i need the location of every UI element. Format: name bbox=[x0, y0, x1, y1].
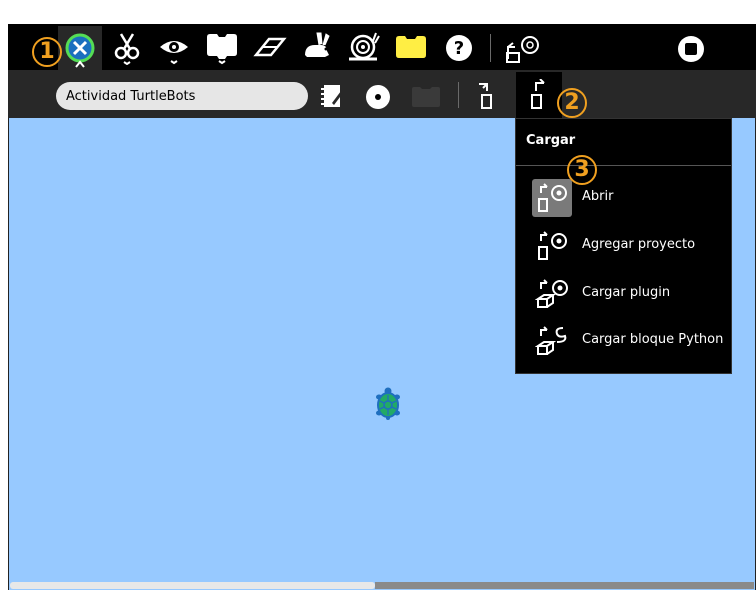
stop-button[interactable] bbox=[674, 32, 708, 66]
open-icon bbox=[532, 179, 572, 217]
scissors-icon bbox=[114, 33, 140, 65]
description-button[interactable] bbox=[316, 80, 350, 112]
keep-button bbox=[408, 84, 444, 110]
menu-item-load-plugin[interactable]: Cargar plugin bbox=[516, 271, 731, 317]
notebook-pen-icon bbox=[321, 85, 346, 107]
toolbar-separator bbox=[458, 82, 459, 108]
load-menu: Cargar Abrir Agregar proyecto Cargar plu… bbox=[515, 118, 732, 374]
load-plugin-icon bbox=[532, 275, 572, 313]
keep-block-icon bbox=[412, 87, 440, 107]
view-button[interactable] bbox=[156, 30, 192, 66]
save-button[interactable] bbox=[474, 80, 498, 112]
scrollbar-thumb[interactable] bbox=[10, 582, 375, 589]
run-fast-button[interactable] bbox=[298, 28, 336, 66]
yellow-block-icon bbox=[396, 36, 426, 58]
snail-icon bbox=[349, 32, 380, 61]
svg-text:?: ? bbox=[454, 38, 464, 59]
menu-item-label: Abrir bbox=[582, 189, 614, 204]
turtle-icon bbox=[376, 387, 400, 420]
edit-cut-button[interactable] bbox=[112, 30, 142, 66]
eraser-button[interactable] bbox=[252, 30, 288, 66]
menu-item-load-python[interactable]: Cargar bloque Python bbox=[516, 318, 731, 364]
turtle-sprite[interactable] bbox=[373, 387, 403, 421]
menu-item-label: Cargar bloque Python bbox=[582, 332, 724, 347]
share-button[interactable] bbox=[363, 82, 393, 112]
help-icon: ? bbox=[446, 35, 472, 61]
menu-item-open[interactable]: Abrir bbox=[516, 175, 731, 221]
eraser-icon bbox=[253, 37, 287, 57]
load-python-icon bbox=[532, 322, 572, 360]
load-turtle-icon bbox=[506, 36, 539, 63]
menu-title: Cargar bbox=[526, 133, 576, 148]
menu-item-label: Agregar proyecto bbox=[582, 237, 696, 252]
eye-icon bbox=[160, 41, 188, 65]
scrollbar-track[interactable] bbox=[375, 582, 754, 589]
help-button[interactable]: ? bbox=[441, 30, 477, 66]
callout-2: 2 bbox=[557, 88, 587, 118]
menu-item-label: Cargar plugin bbox=[582, 285, 671, 300]
palette-block-icon bbox=[207, 34, 237, 65]
chevron-up-icon bbox=[75, 60, 85, 68]
load-project-button[interactable] bbox=[516, 72, 562, 118]
callout-3: 3 bbox=[567, 155, 597, 185]
save-icon bbox=[479, 83, 492, 109]
share-icon bbox=[366, 85, 390, 109]
menu-item-add-project[interactable]: Agregar proyecto bbox=[516, 223, 731, 269]
palette-button[interactable] bbox=[203, 30, 241, 66]
run-slow-button[interactable] bbox=[344, 28, 382, 66]
load-button[interactable] bbox=[502, 30, 544, 66]
rabbit-icon bbox=[305, 32, 330, 57]
activity-title-field[interactable]: Actividad TurtleBots bbox=[56, 82, 308, 110]
menu-divider bbox=[516, 165, 731, 166]
step-button[interactable] bbox=[392, 30, 430, 66]
load-icon bbox=[531, 79, 545, 109]
toolbar-separator bbox=[490, 34, 491, 62]
callout-1: 1 bbox=[32, 37, 62, 67]
add-project-icon bbox=[532, 227, 572, 265]
stop-icon bbox=[678, 36, 704, 62]
